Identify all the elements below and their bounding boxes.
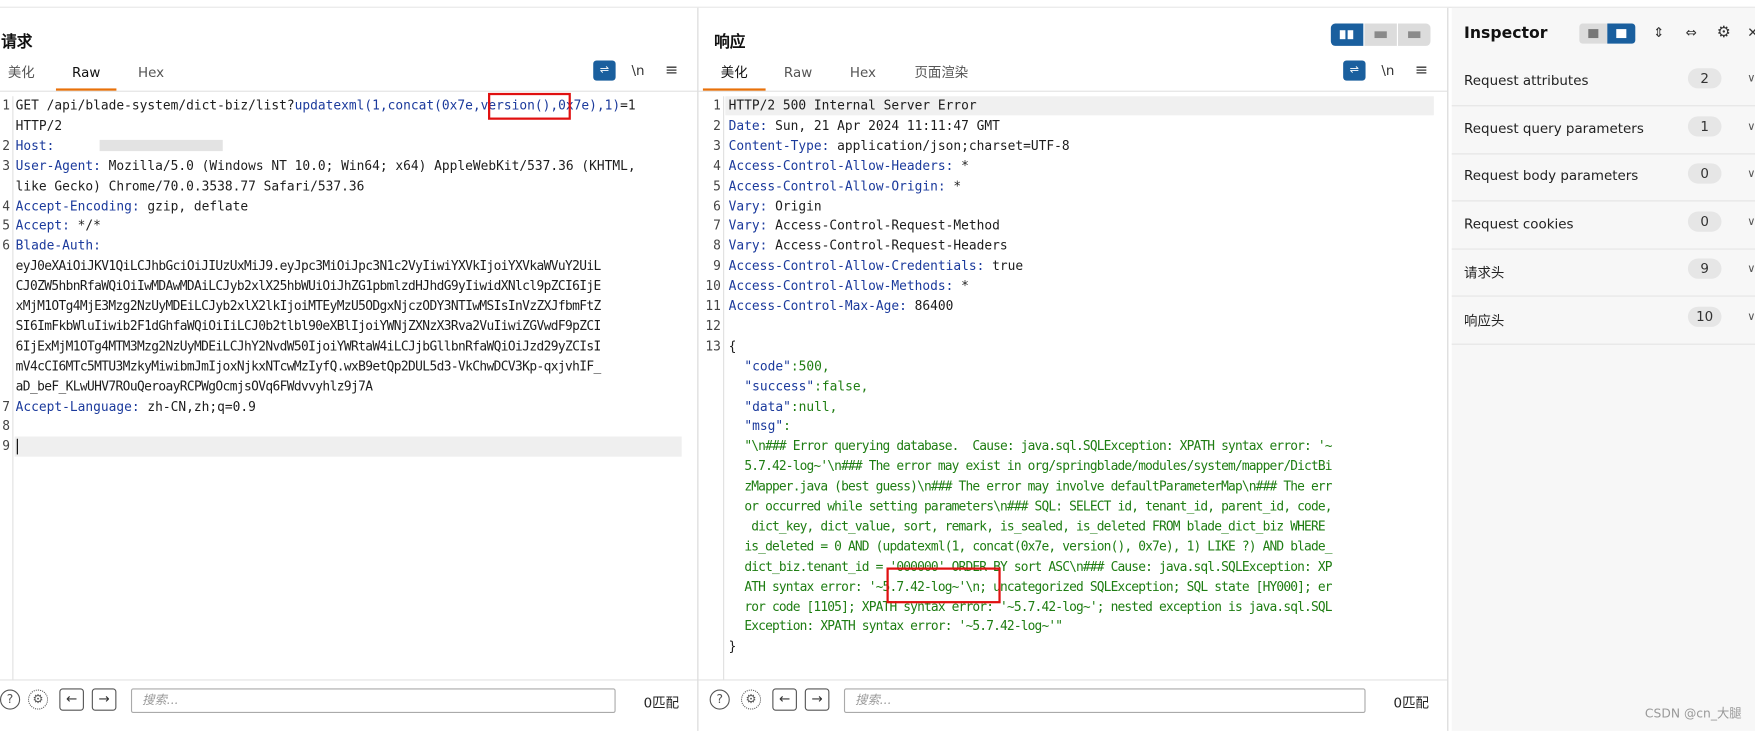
- forward-arrow-icon[interactable]: →: [804, 688, 830, 711]
- tab-raw[interactable]: Raw: [55, 62, 117, 91]
- help-icon[interactable]: ?: [0, 689, 21, 710]
- count-badge: 1: [1687, 116, 1722, 137]
- response-pane: 响应 ⇌ \n ≡ 美化 Raw Hex 页面渲染 1 2 3 4 5 6 7 …: [698, 7, 1449, 731]
- response-editor[interactable]: 1 2 3 4 5 6 7 8 9 10 11 12 13 HTTP/2 500…: [698, 96, 1447, 681]
- redacted-host: [99, 140, 223, 152]
- tab-hex[interactable]: Hex: [132, 62, 170, 89]
- request-search-input[interactable]: 搜索...: [130, 688, 616, 713]
- cursor-line: [14, 436, 682, 457]
- settings-icon[interactable]: ⚙: [740, 689, 762, 710]
- tab-raw[interactable]: Raw: [781, 62, 815, 89]
- tab-hex[interactable]: Hex: [844, 62, 882, 89]
- count-badge: 10: [1687, 306, 1722, 327]
- watermark: CSDN @cn_大腿: [1644, 706, 1742, 721]
- help-icon[interactable]: ?: [709, 689, 730, 710]
- inspector-row[interactable]: Request attributes 2 ∨: [1451, 58, 1755, 107]
- line-gutter: 1 2 3 4 5 6 7 8 9: [0, 96, 14, 681]
- chevron-down-icon[interactable]: ∨: [1747, 216, 1755, 228]
- inspector-title: Inspector: [1464, 24, 1548, 43]
- line-gutter: 1 2 3 4 5 6 7 8 9 10 11 12 13: [698, 96, 725, 681]
- inspector-row[interactable]: 请求头 9 ∨: [1451, 248, 1755, 297]
- response-tabs: 美化 Raw Hex 页面渲染: [698, 62, 1448, 92]
- layout-side-icon[interactable]: [1607, 23, 1636, 44]
- response-search-input[interactable]: 搜索...: [843, 688, 1366, 713]
- settings-icon[interactable]: ⚙: [27, 689, 49, 710]
- tab-render[interactable]: 页面渲染: [911, 62, 971, 89]
- count-badge: 2: [1687, 68, 1722, 89]
- layout-toggle[interactable]: [1330, 23, 1431, 46]
- tab-pretty[interactable]: 美化: [4, 62, 38, 89]
- chevron-down-icon[interactable]: ∨: [1747, 263, 1755, 275]
- chevron-down-icon[interactable]: ∨: [1747, 311, 1755, 323]
- request-pane: 请求 ⇌ \n ≡ 美化 Raw Hex 1 2 3 4 5 6 7 8 9 G…: [0, 7, 699, 731]
- inspector-row[interactable]: Request cookies 0 ∨: [1451, 201, 1755, 250]
- count-badge: 0: [1687, 163, 1722, 184]
- inspector-row[interactable]: 响应头 10 ∨: [1451, 297, 1755, 345]
- close-icon[interactable]: ✕: [1742, 22, 1755, 42]
- collapse-all-icon[interactable]: ⇔: [1680, 22, 1702, 42]
- version-highlight-box: [488, 92, 571, 120]
- inspector-panel: Inspector ⇕ ⇔ ⚙ ✕ Request attributes 2 ∨…: [1451, 7, 1755, 731]
- request-title: 请求: [1, 33, 33, 52]
- layout-stack-icon[interactable]: [1364, 23, 1397, 46]
- chevron-down-icon[interactable]: ∨: [1747, 73, 1755, 85]
- request-tabs: 美化 Raw Hex: [0, 62, 698, 92]
- expand-all-icon[interactable]: ⇕: [1648, 22, 1670, 42]
- layout-single-icon[interactable]: [1398, 23, 1431, 46]
- inspector-row[interactable]: Request query parameters 1 ∨: [1451, 106, 1755, 155]
- chevron-down-icon[interactable]: ∨: [1747, 168, 1755, 180]
- request-search-bar: ? ⚙ ← → 搜索... 0匹配: [0, 679, 698, 716]
- response-search-bar: ? ⚙ ← → 搜索... 0匹配: [698, 679, 1448, 716]
- chevron-down-icon[interactable]: ∨: [1747, 121, 1755, 133]
- response-match-count: 0匹配: [1393, 695, 1429, 711]
- inspector-row[interactable]: Request body parameters 0 ∨: [1451, 153, 1755, 202]
- version-result-highlight-box: [886, 567, 1001, 604]
- request-editor[interactable]: 1 2 3 4 5 6 7 8 9 GET /api/blade-system/…: [0, 92, 697, 681]
- tab-pretty[interactable]: 美化: [702, 62, 766, 91]
- count-badge: 0: [1687, 211, 1722, 232]
- layout-list-icon[interactable]: [1579, 23, 1608, 44]
- gear-icon[interactable]: ⚙: [1713, 22, 1735, 42]
- back-arrow-icon[interactable]: ←: [772, 688, 797, 711]
- request-match-count: 0匹配: [643, 695, 680, 711]
- inspector-layout-toggle[interactable]: [1579, 23, 1636, 44]
- back-arrow-icon[interactable]: ←: [59, 688, 84, 711]
- layout-split-icon[interactable]: [1330, 23, 1364, 46]
- count-badge: 9: [1687, 258, 1722, 279]
- response-title: 响应: [714, 33, 746, 52]
- forward-arrow-icon[interactable]: →: [91, 688, 117, 711]
